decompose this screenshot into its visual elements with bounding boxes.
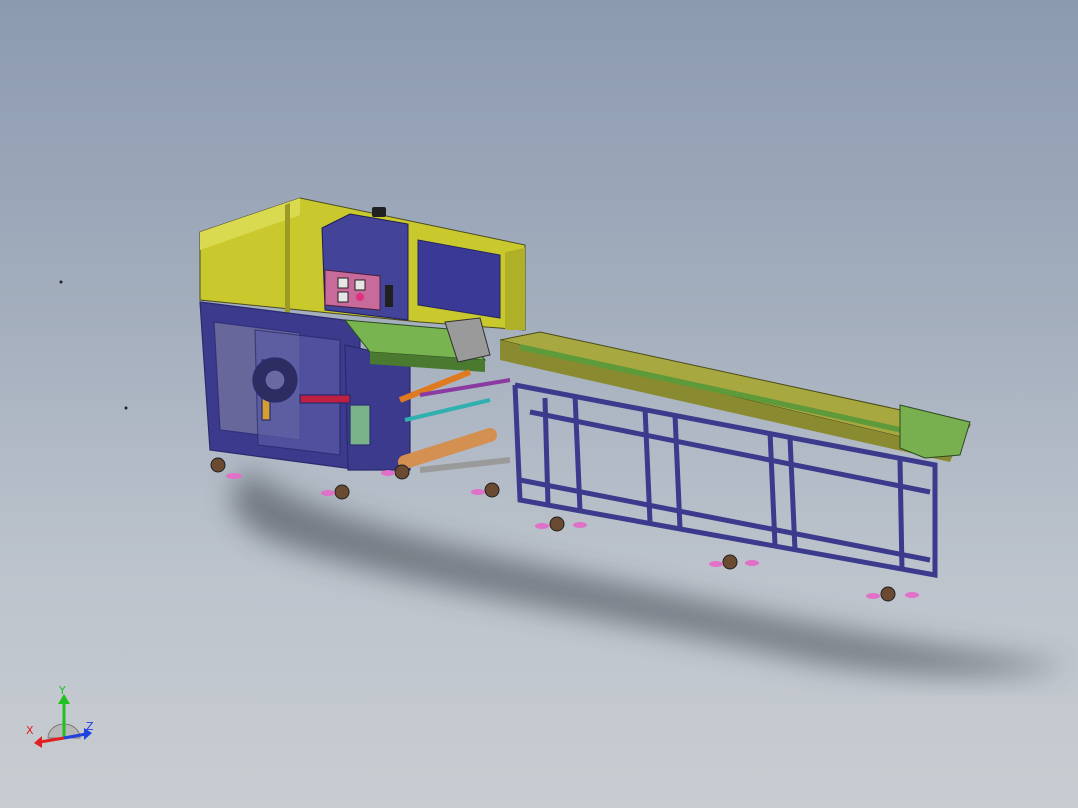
stray-dot	[124, 406, 128, 410]
caster-wheel-icon	[210, 457, 226, 473]
caster-wheel-icon	[484, 482, 500, 498]
caster-wheel-icon	[549, 516, 565, 532]
axis-x-label: X	[26, 724, 34, 737]
axis-z-label: Z	[86, 720, 94, 733]
caster-wheel-icon	[394, 464, 410, 480]
shafts	[398, 369, 511, 473]
caster-wheel-icon	[880, 586, 896, 602]
stray-dot	[59, 280, 63, 284]
axis-triad-icon: Y X Z	[22, 684, 102, 756]
axis-y-label: Y	[59, 684, 66, 697]
machine-3d-model[interactable]	[0, 0, 1078, 808]
caster-wheel-icon	[334, 484, 350, 500]
control-cabinet	[321, 207, 409, 321]
caster-wheel-icon	[722, 554, 738, 570]
cad-viewport[interactable]: Y X Z	[0, 0, 1078, 808]
